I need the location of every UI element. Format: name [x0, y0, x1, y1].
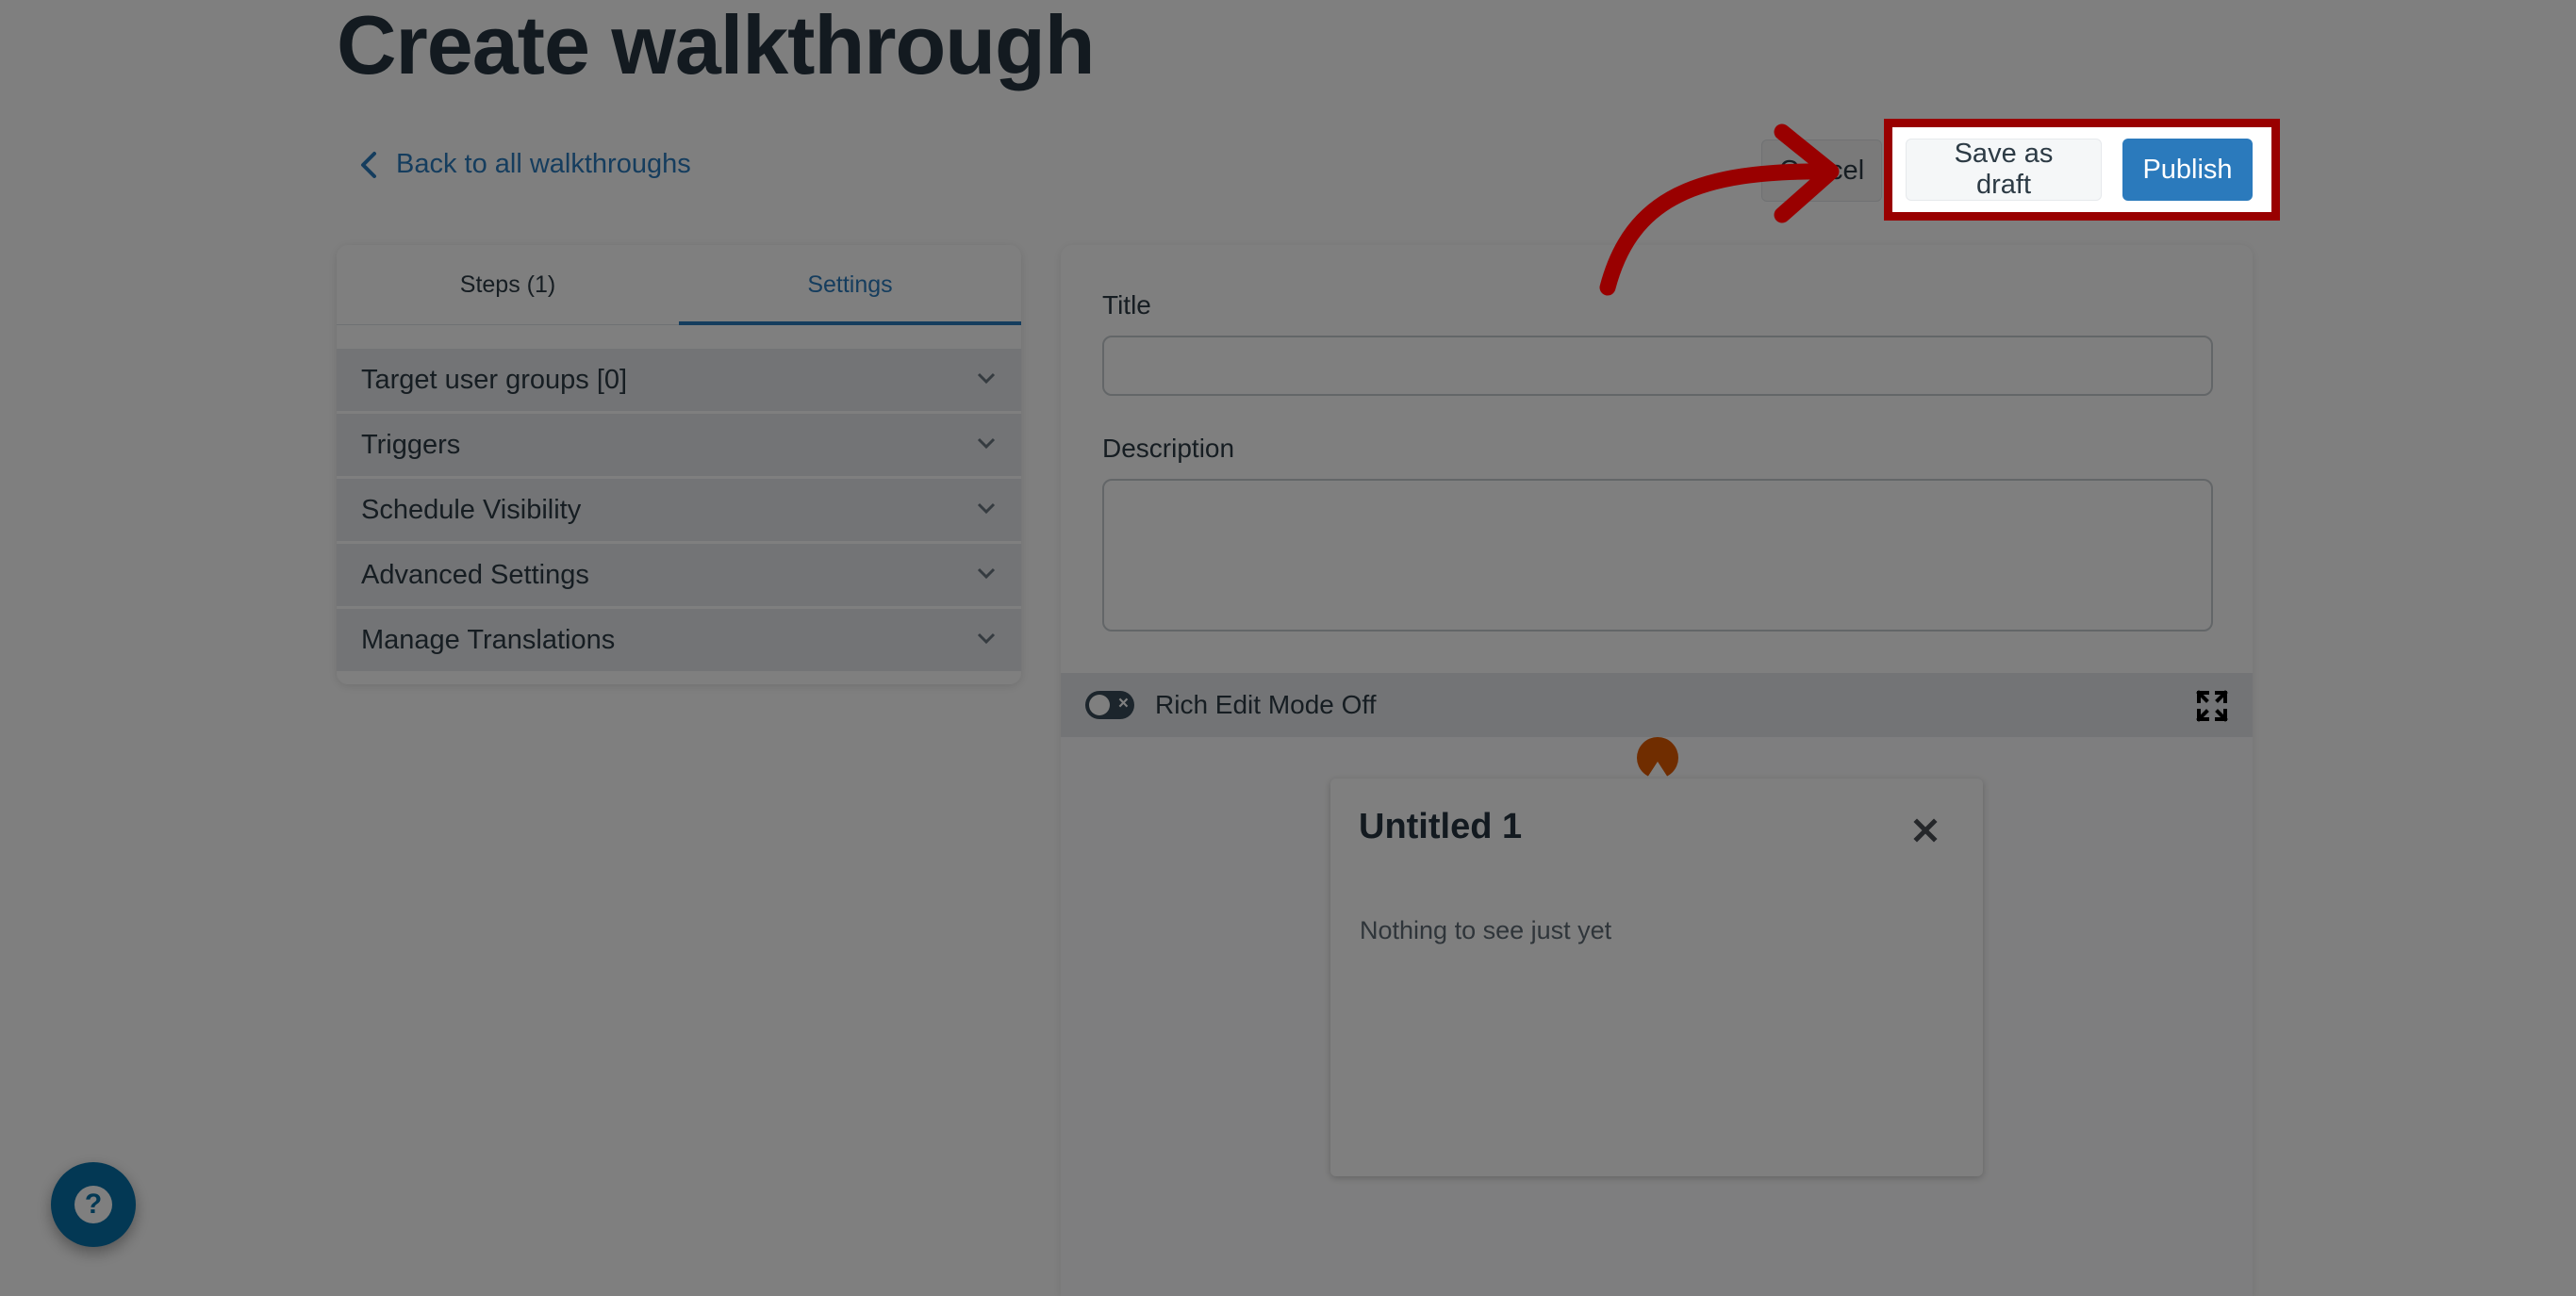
- accordion-schedule-visibility[interactable]: Schedule Visibility: [337, 479, 1021, 541]
- title-label: Title: [1102, 290, 1151, 320]
- expand-icon[interactable]: [2196, 690, 2228, 722]
- accordion-label: Triggers: [361, 429, 461, 460]
- back-to-all-walkthroughs-link[interactable]: Back to all walkthroughs: [358, 149, 691, 180]
- chevron-down-icon: [976, 371, 997, 389]
- toggle-knob: [1089, 695, 1110, 715]
- publish-button[interactable]: Publish: [2122, 139, 2253, 201]
- chevron-down-icon: [976, 501, 997, 519]
- title-input[interactable]: [1102, 336, 2213, 396]
- page: Create walkthrough Back to all walkthrou…: [0, 0, 2576, 1296]
- highlighted-actions: Save as draft Publish: [1906, 139, 2253, 201]
- help-button[interactable]: ?: [51, 1162, 136, 1247]
- accordion-manage-translations[interactable]: Manage Translations: [337, 609, 1021, 671]
- tab-settings[interactable]: Settings: [679, 245, 1021, 325]
- step-body: Nothing to see just yet: [1360, 916, 1612, 944]
- close-icon[interactable]: [1911, 816, 1940, 845]
- page-title: Create walkthrough: [337, 0, 1095, 91]
- chevron-down-icon: [976, 566, 997, 584]
- question-icon: ?: [74, 1186, 112, 1223]
- panel-tabs: Steps (1) Settings: [337, 245, 1021, 325]
- rich-edit-label: Rich Edit Mode Off: [1155, 690, 1377, 719]
- step-preview-card: Untitled 1 Nothing to see just yet: [1330, 779, 1983, 1176]
- settings-accordion: Target user groups [0] Triggers Schedule…: [337, 349, 1021, 671]
- rich-edit-toolbar: × Rich Edit Mode Off: [1061, 673, 2253, 737]
- accordion-label: Manage Translations: [361, 624, 616, 655]
- rich-edit-toggle[interactable]: ×: [1085, 691, 1134, 719]
- step-title: Untitled 1: [1359, 807, 1523, 846]
- accordion-target-user-groups[interactable]: Target user groups [0]: [337, 349, 1021, 411]
- save-as-draft-button[interactable]: Save as draft: [1906, 139, 2102, 201]
- chevron-down-icon: [976, 436, 997, 454]
- cancel-button[interactable]: Cancel: [1761, 139, 1882, 202]
- settings-panel: Steps (1) Settings Target user groups [0…: [337, 245, 1021, 684]
- header-actions: Cancel: [1761, 138, 1882, 204]
- chevron-left-icon: [361, 151, 376, 178]
- toggle-off-icon: ×: [1117, 694, 1129, 714]
- tab-steps[interactable]: Steps (1): [337, 245, 679, 324]
- description-input[interactable]: [1102, 479, 2213, 632]
- description-label: Description: [1102, 434, 1235, 463]
- accordion-triggers[interactable]: Triggers: [337, 414, 1021, 476]
- highlight-box: Save as draft Publish: [1884, 119, 2280, 221]
- accordion-label: Schedule Visibility: [361, 494, 582, 525]
- back-link-label: Back to all walkthroughs: [396, 149, 691, 179]
- accordion-label: Target user groups [0]: [361, 364, 628, 395]
- beacon-notch: [1645, 762, 1670, 780]
- accordion-advanced-settings[interactable]: Advanced Settings: [337, 544, 1021, 606]
- chevron-down-icon: [976, 632, 997, 649]
- accordion-label: Advanced Settings: [361, 559, 589, 590]
